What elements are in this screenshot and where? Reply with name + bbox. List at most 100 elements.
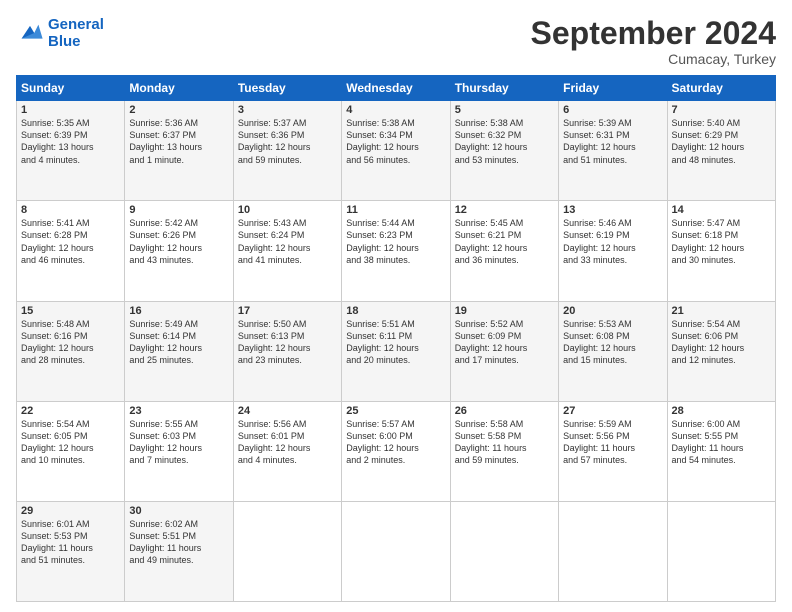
weekday-header-row: SundayMondayTuesdayWednesdayThursdayFrid…: [17, 76, 776, 101]
calendar-cell: 6Sunrise: 5:39 AMSunset: 6:31 PMDaylight…: [559, 101, 667, 201]
weekday-header-wednesday: Wednesday: [342, 76, 450, 101]
calendar-cell: 19Sunrise: 5:52 AMSunset: 6:09 PMDayligh…: [450, 301, 558, 401]
day-number: 11: [346, 204, 445, 216]
day-number: 5: [455, 104, 554, 116]
calendar-row-4: 29Sunrise: 6:01 AMSunset: 5:53 PMDayligh…: [17, 501, 776, 601]
day-number: 23: [129, 405, 228, 417]
calendar-cell: 22Sunrise: 5:54 AMSunset: 6:05 PMDayligh…: [17, 401, 125, 501]
day-info: Sunrise: 5:41 AMSunset: 6:28 PMDaylight:…: [21, 217, 120, 266]
calendar-row-3: 22Sunrise: 5:54 AMSunset: 6:05 PMDayligh…: [17, 401, 776, 501]
day-info: Sunrise: 5:42 AMSunset: 6:26 PMDaylight:…: [129, 217, 228, 266]
day-info: Sunrise: 6:02 AMSunset: 5:51 PMDaylight:…: [129, 518, 228, 567]
logo-icon: [16, 19, 44, 47]
calendar-cell: 16Sunrise: 5:49 AMSunset: 6:14 PMDayligh…: [125, 301, 233, 401]
page-header: General Blue September 2024 Cumacay, Tur…: [16, 16, 776, 67]
day-info: Sunrise: 5:53 AMSunset: 6:08 PMDaylight:…: [563, 318, 662, 367]
day-info: Sunrise: 5:37 AMSunset: 6:36 PMDaylight:…: [238, 117, 337, 166]
calendar-cell: 15Sunrise: 5:48 AMSunset: 6:16 PMDayligh…: [17, 301, 125, 401]
day-number: 18: [346, 305, 445, 317]
day-info: Sunrise: 5:36 AMSunset: 6:37 PMDaylight:…: [129, 117, 228, 166]
day-info: Sunrise: 5:54 AMSunset: 6:05 PMDaylight:…: [21, 418, 120, 467]
day-info: Sunrise: 5:35 AMSunset: 6:39 PMDaylight:…: [21, 117, 120, 166]
day-number: 17: [238, 305, 337, 317]
day-info: Sunrise: 5:45 AMSunset: 6:21 PMDaylight:…: [455, 217, 554, 266]
day-info: Sunrise: 5:58 AMSunset: 5:58 PMDaylight:…: [455, 418, 554, 467]
weekday-header-sunday: Sunday: [17, 76, 125, 101]
day-number: 24: [238, 405, 337, 417]
calendar-cell: 3Sunrise: 5:37 AMSunset: 6:36 PMDaylight…: [233, 101, 341, 201]
calendar-cell: [450, 501, 558, 601]
day-number: 26: [455, 405, 554, 417]
day-info: Sunrise: 5:38 AMSunset: 6:32 PMDaylight:…: [455, 117, 554, 166]
calendar-cell: 30Sunrise: 6:02 AMSunset: 5:51 PMDayligh…: [125, 501, 233, 601]
calendar-cell: [667, 501, 775, 601]
day-number: 1: [21, 104, 120, 116]
day-info: Sunrise: 5:39 AMSunset: 6:31 PMDaylight:…: [563, 117, 662, 166]
day-number: 27: [563, 405, 662, 417]
logo-text: General Blue: [48, 16, 104, 50]
day-info: Sunrise: 5:51 AMSunset: 6:11 PMDaylight:…: [346, 318, 445, 367]
day-number: 21: [672, 305, 771, 317]
day-info: Sunrise: 5:52 AMSunset: 6:09 PMDaylight:…: [455, 318, 554, 367]
calendar-cell: 21Sunrise: 5:54 AMSunset: 6:06 PMDayligh…: [667, 301, 775, 401]
calendar-cell: [233, 501, 341, 601]
day-number: 8: [21, 204, 120, 216]
weekday-header-tuesday: Tuesday: [233, 76, 341, 101]
day-number: 30: [129, 505, 228, 517]
day-number: 25: [346, 405, 445, 417]
calendar-cell: 12Sunrise: 5:45 AMSunset: 6:21 PMDayligh…: [450, 201, 558, 301]
calendar-cell: 10Sunrise: 5:43 AMSunset: 6:24 PMDayligh…: [233, 201, 341, 301]
calendar-cell: 4Sunrise: 5:38 AMSunset: 6:34 PMDaylight…: [342, 101, 450, 201]
day-number: 3: [238, 104, 337, 116]
location: Cumacay, Turkey: [531, 51, 776, 67]
day-number: 19: [455, 305, 554, 317]
calendar-cell: 27Sunrise: 5:59 AMSunset: 5:56 PMDayligh…: [559, 401, 667, 501]
weekday-header-friday: Friday: [559, 76, 667, 101]
day-info: Sunrise: 6:00 AMSunset: 5:55 PMDaylight:…: [672, 418, 771, 467]
calendar-row-0: 1Sunrise: 5:35 AMSunset: 6:39 PMDaylight…: [17, 101, 776, 201]
day-info: Sunrise: 5:59 AMSunset: 5:56 PMDaylight:…: [563, 418, 662, 467]
calendar-cell: 14Sunrise: 5:47 AMSunset: 6:18 PMDayligh…: [667, 201, 775, 301]
day-info: Sunrise: 5:46 AMSunset: 6:19 PMDaylight:…: [563, 217, 662, 266]
calendar: SundayMondayTuesdayWednesdayThursdayFrid…: [16, 75, 776, 602]
calendar-cell: 1Sunrise: 5:35 AMSunset: 6:39 PMDaylight…: [17, 101, 125, 201]
day-info: Sunrise: 5:55 AMSunset: 6:03 PMDaylight:…: [129, 418, 228, 467]
calendar-cell: 13Sunrise: 5:46 AMSunset: 6:19 PMDayligh…: [559, 201, 667, 301]
day-info: Sunrise: 5:49 AMSunset: 6:14 PMDaylight:…: [129, 318, 228, 367]
day-number: 2: [129, 104, 228, 116]
calendar-cell: 8Sunrise: 5:41 AMSunset: 6:28 PMDaylight…: [17, 201, 125, 301]
day-info: Sunrise: 5:47 AMSunset: 6:18 PMDaylight:…: [672, 217, 771, 266]
calendar-cell: 23Sunrise: 5:55 AMSunset: 6:03 PMDayligh…: [125, 401, 233, 501]
day-number: 12: [455, 204, 554, 216]
day-number: 16: [129, 305, 228, 317]
calendar-cell: 18Sunrise: 5:51 AMSunset: 6:11 PMDayligh…: [342, 301, 450, 401]
calendar-row-2: 15Sunrise: 5:48 AMSunset: 6:16 PMDayligh…: [17, 301, 776, 401]
calendar-row-1: 8Sunrise: 5:41 AMSunset: 6:28 PMDaylight…: [17, 201, 776, 301]
day-info: Sunrise: 5:44 AMSunset: 6:23 PMDaylight:…: [346, 217, 445, 266]
calendar-cell: 26Sunrise: 5:58 AMSunset: 5:58 PMDayligh…: [450, 401, 558, 501]
day-number: 20: [563, 305, 662, 317]
calendar-cell: 9Sunrise: 5:42 AMSunset: 6:26 PMDaylight…: [125, 201, 233, 301]
calendar-cell: 20Sunrise: 5:53 AMSunset: 6:08 PMDayligh…: [559, 301, 667, 401]
calendar-cell: [342, 501, 450, 601]
day-info: Sunrise: 5:40 AMSunset: 6:29 PMDaylight:…: [672, 117, 771, 166]
day-info: Sunrise: 5:38 AMSunset: 6:34 PMDaylight:…: [346, 117, 445, 166]
day-info: Sunrise: 5:48 AMSunset: 6:16 PMDaylight:…: [21, 318, 120, 367]
day-number: 29: [21, 505, 120, 517]
calendar-cell: 24Sunrise: 5:56 AMSunset: 6:01 PMDayligh…: [233, 401, 341, 501]
calendar-cell: 11Sunrise: 5:44 AMSunset: 6:23 PMDayligh…: [342, 201, 450, 301]
day-info: Sunrise: 5:43 AMSunset: 6:24 PMDaylight:…: [238, 217, 337, 266]
month-title: September 2024: [531, 16, 776, 51]
calendar-cell: 29Sunrise: 6:01 AMSunset: 5:53 PMDayligh…: [17, 501, 125, 601]
day-number: 22: [21, 405, 120, 417]
day-number: 28: [672, 405, 771, 417]
day-number: 6: [563, 104, 662, 116]
calendar-cell: 7Sunrise: 5:40 AMSunset: 6:29 PMDaylight…: [667, 101, 775, 201]
calendar-cell: 17Sunrise: 5:50 AMSunset: 6:13 PMDayligh…: [233, 301, 341, 401]
day-number: 9: [129, 204, 228, 216]
title-block: September 2024 Cumacay, Turkey: [531, 16, 776, 67]
day-info: Sunrise: 5:57 AMSunset: 6:00 PMDaylight:…: [346, 418, 445, 467]
day-number: 7: [672, 104, 771, 116]
day-info: Sunrise: 5:54 AMSunset: 6:06 PMDaylight:…: [672, 318, 771, 367]
day-number: 15: [21, 305, 120, 317]
